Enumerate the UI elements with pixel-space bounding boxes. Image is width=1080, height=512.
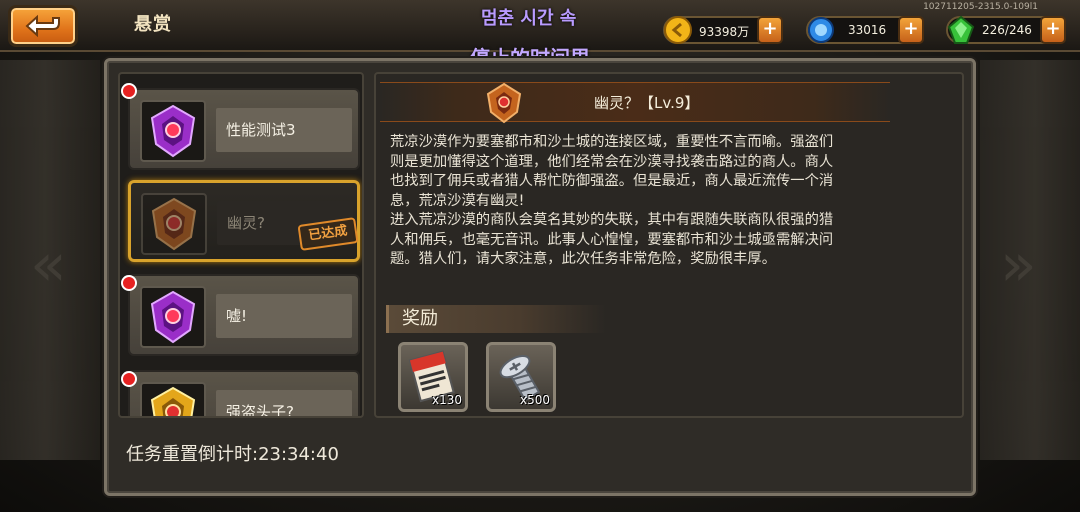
- new-indicator-dot: [121, 275, 137, 291]
- background-door-right: »: [980, 60, 1080, 460]
- quest-list[interactable]: 性能测试3 幽灵? 已达成 嘘! 强盗头子?: [118, 72, 364, 418]
- add-energy-button[interactable]: +: [1040, 16, 1066, 44]
- quest-description: 荒凉沙漠作为要塞都市和沙土城的连接区域，重要性不言而喻。强盗们 则是更加懂得这个…: [390, 134, 834, 267]
- new-indicator-dot: [121, 83, 137, 99]
- back-button[interactable]: [8, 5, 78, 47]
- detail-title: 幽灵？【Lv.9】: [594, 94, 700, 112]
- reset-countdown: 任务重置倒计时:23:34:40: [126, 444, 339, 465]
- back-arrow-icon: [25, 14, 60, 38]
- quest-label: 强盗头子?: [216, 390, 352, 416]
- chevron-left-icon: «: [30, 230, 67, 300]
- green-crystal-icon: [947, 15, 975, 44]
- reward-quantity: x130: [431, 393, 462, 407]
- quest-item-2-selected[interactable]: 幽灵? 已达成: [128, 180, 360, 262]
- energy-counter: 226/246 +: [946, 15, 1066, 44]
- energy-value: 226/246: [982, 23, 1032, 37]
- blue-gem-icon: [808, 17, 834, 43]
- quest-badge-frame: [140, 382, 206, 416]
- overlay-caption-korean: 멈춘 시간 속: [481, 8, 577, 29]
- gem-counter: 33016 +: [806, 16, 924, 44]
- gold-coin-icon: [664, 16, 692, 44]
- reward-label: 奖励: [402, 308, 438, 329]
- gold-rank-badge-icon: [150, 386, 196, 416]
- orange-rank-badge-icon: [151, 197, 197, 251]
- quest-label: 性能测试3: [216, 108, 352, 152]
- quest-label: 嘘!: [216, 294, 352, 338]
- gold-counter: 93398万 +: [663, 16, 783, 44]
- page-title: 悬赏: [134, 14, 172, 35]
- quest-badge-frame: [140, 286, 206, 348]
- quest-badge-frame: [140, 100, 206, 162]
- quest-item-1[interactable]: 性能测试3: [128, 88, 360, 170]
- quest-badge-frame: [141, 193, 207, 255]
- add-gems-button[interactable]: +: [898, 16, 924, 44]
- reward-item-ticket[interactable]: x130: [398, 342, 468, 412]
- new-indicator-dot: [121, 371, 137, 387]
- reward-quantity: x500: [519, 393, 550, 407]
- gold-value: 93398万: [699, 25, 750, 39]
- orange-rank-badge-icon: [486, 82, 522, 124]
- background-door-left: «: [0, 60, 100, 460]
- quest-item-4[interactable]: 强盗头子?: [128, 370, 360, 416]
- add-gold-button[interactable]: +: [757, 16, 783, 44]
- chevron-right-icon: »: [1000, 230, 1037, 300]
- quest-item-3[interactable]: 嘘!: [128, 274, 360, 356]
- purple-rank-badge-icon: [150, 290, 196, 344]
- reward-item-screw[interactable]: x500: [486, 342, 556, 412]
- gem-value: 33016: [848, 23, 887, 37]
- purple-rank-badge-icon: [150, 104, 196, 158]
- build-id: 102711205-2315.0-109l1: [923, 2, 1038, 12]
